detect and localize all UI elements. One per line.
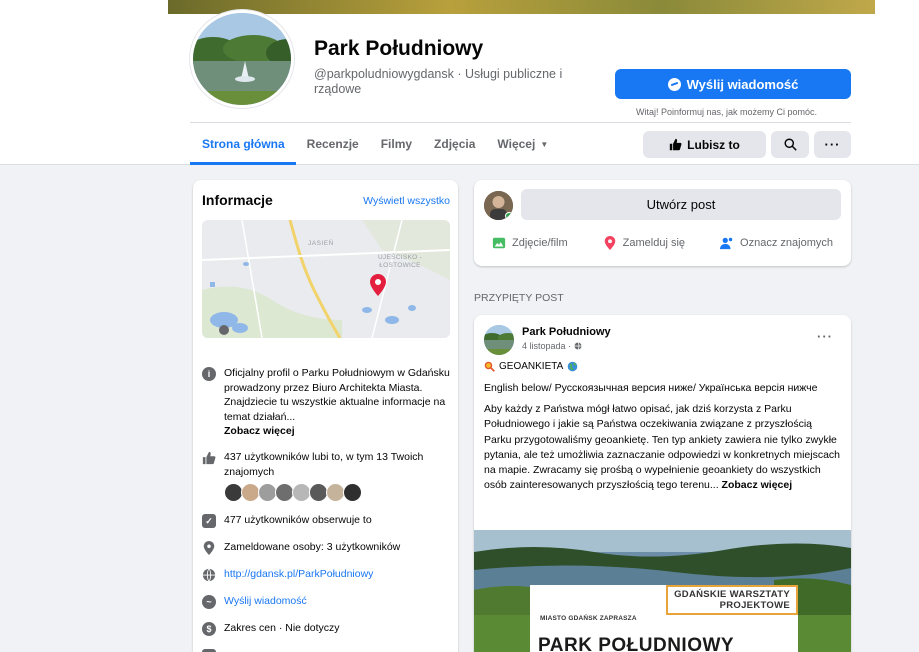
page-subtitle: @parkpoludniowygdansk · Usługi publiczne… — [314, 67, 563, 96]
tab-videos-label: Filmy — [380, 137, 413, 151]
poster-invite: MIASTO GDAŃSK ZAPRASZA — [540, 615, 637, 622]
message-hint: Witaj! Poinformuj nas, jak możemy Ci pom… — [636, 107, 818, 117]
map-pin-icon — [370, 274, 386, 296]
avatar — [343, 483, 362, 502]
messenger-icon: ~ — [202, 595, 216, 609]
more-options-button[interactable]: ··· — [814, 131, 851, 158]
photo-video-label: Zdjęcie/film — [512, 237, 568, 249]
messenger-icon — [667, 77, 681, 91]
followers-icon: ✓ — [202, 514, 216, 528]
send-message-button[interactable]: Wyślij wiadomość — [615, 69, 851, 99]
post-languages: English below/ Русскоязычная версия ниже… — [484, 382, 818, 394]
tab-photos[interactable]: Zdjęcia — [423, 123, 486, 165]
like-icon — [669, 138, 682, 151]
create-post-card: Utwórz post Zdjęcie/film Zamelduj się Oz… — [474, 180, 851, 266]
checkins-count: Zameldowane osoby: 3 użytkowników — [224, 541, 401, 553]
checkins-row: Zameldowane osoby: 3 użytkowników — [202, 540, 452, 555]
followers-row: ✓ 477 użytkowników obserwuje to — [202, 513, 452, 528]
caret-down-icon: ▼ — [540, 139, 549, 149]
message-row: ~ Wyślij wiadomość — [202, 594, 452, 609]
search-emoji-icon — [484, 361, 495, 372]
tag-people-icon — [720, 237, 733, 250]
post-options-icon[interactable]: ··· — [817, 329, 833, 344]
post-date[interactable]: 4 listopada · — [522, 341, 582, 351]
map-label-jasien: JASIEŃ — [308, 240, 334, 247]
tag-friends-button[interactable]: Oznacz znajomych — [712, 236, 841, 250]
tag-friends-label: Oznacz znajomych — [740, 237, 833, 249]
photo-video-button[interactable]: Zdjęcie/film — [484, 236, 576, 250]
tab-home-label: Strona główna — [202, 137, 285, 151]
post-author-avatar[interactable] — [484, 325, 514, 355]
globe-icon — [202, 568, 216, 582]
tab-more-label: Więcej — [497, 137, 536, 151]
tab-photos-label: Zdjęcia — [434, 137, 476, 151]
online-status-dot — [505, 212, 513, 220]
search-icon — [783, 138, 797, 151]
photo-icon — [492, 237, 506, 249]
post-see-more[interactable]: Zobacz więcej — [722, 479, 793, 491]
info-icon: i — [202, 367, 216, 381]
price-range: Zakres cen · Nie dotyczy — [224, 622, 340, 634]
tab-videos[interactable]: Filmy — [370, 123, 423, 165]
poster-title: PARK POŁUDNIOWY — [538, 635, 735, 652]
composer-actions: Zdjęcie/film Zamelduj się Oznacz znajomy… — [484, 229, 841, 257]
post-text: Aby każdy z Państwa mógł łatwo opisać, j… — [484, 402, 842, 493]
post-tag: GEOANKIETA — [484, 361, 578, 372]
page-description: Oficjalny profil o Parku Południowym w G… — [224, 367, 450, 423]
poster-corner-line1: GDAŃSKIE WARSZTATY — [674, 589, 790, 600]
page-tabs: Strona główna Recenzje Filmy Zdjęcia Wię… — [190, 123, 559, 165]
next-info-row — [202, 648, 452, 652]
check-in-label: Zamelduj się — [622, 237, 686, 249]
price-icon: $ — [202, 622, 216, 636]
poster-corner-label: GDAŃSKIE WARSZTATY PROJEKTOWE — [666, 585, 798, 615]
pinned-post-label: PRZYPIĘTY POST — [474, 292, 564, 304]
tab-reviews[interactable]: Recenzje — [296, 123, 370, 165]
info-title: Informacje — [202, 192, 273, 208]
likes-count: 437 użytkowników lubi to, w tym 13 Twoic… — [224, 451, 424, 478]
more-icon: ··· — [824, 137, 841, 152]
send-message-label: Wyślij wiadomość — [686, 76, 799, 92]
post-tag-label: GEOANKIETA — [499, 361, 564, 372]
send-message-link[interactable]: Wyślij wiadomość — [224, 594, 452, 609]
friend-avatars[interactable] — [224, 483, 452, 502]
profile-picture[interactable] — [190, 10, 294, 108]
tab-more[interactable]: Więcej ▼ — [486, 123, 559, 165]
info-card: Informacje Wyświetl wszystko JASIEŃ UJEŚ… — [193, 180, 458, 652]
likes-row: 437 użytkowników lubi to, w tym 13 Twoic… — [202, 450, 452, 502]
price-row: $ Zakres cen · Nie dotyczy — [202, 621, 452, 636]
search-page-button[interactable] — [771, 131, 809, 158]
see-all-link[interactable]: Wyświetl wszystko — [363, 195, 450, 207]
cover-photo[interactable] — [168, 0, 875, 14]
like-page-button[interactable]: Lubisz to — [643, 131, 766, 158]
post-date-text: 4 listopada · — [522, 341, 574, 351]
post-author-name[interactable]: Park Południowy — [522, 326, 611, 338]
description-row: i Oficjalny profil o Parku Południowym w… — [202, 366, 452, 439]
post-body: English below/ Русскоязычная версия ниже… — [484, 381, 842, 493]
like-icon — [202, 451, 216, 465]
website-link[interactable]: http://gdansk.pl/ParkPołudniowy — [224, 567, 452, 582]
user-avatar[interactable] — [484, 191, 513, 220]
location-map[interactable]: JASIEŃ UJEŚCISKO - ŁOSTOWICE — [202, 220, 450, 338]
description-see-more[interactable]: Zobacz więcej — [224, 424, 452, 439]
followers-count: 477 użytkowników obserwuje to — [224, 514, 372, 526]
like-button-label: Lubisz to — [687, 137, 740, 152]
website-row: http://gdansk.pl/ParkPołudniowy — [202, 567, 452, 582]
tab-home[interactable]: Strona główna — [190, 123, 296, 165]
location-icon — [203, 541, 215, 555]
post-image[interactable]: GDAŃSKIE WARSZTATY PROJEKTOWE MIASTO GDA… — [474, 530, 851, 652]
tab-reviews-label: Recenzje — [306, 137, 359, 151]
workshop-poster: GDAŃSKIE WARSZTATY PROJEKTOWE MIASTO GDA… — [530, 585, 798, 652]
map-label-ujescisko: UJEŚCISKO - ŁOSTOWICE — [377, 254, 423, 269]
check-in-button[interactable]: Zamelduj się — [595, 236, 693, 250]
pinned-post-card: Park Południowy 4 listopada · ··· GEOANK… — [474, 315, 851, 652]
create-post-input[interactable]: Utwórz post — [521, 189, 841, 220]
globe-emoji-icon — [567, 361, 578, 372]
poster-corner-line2: PROJEKTOWE — [719, 600, 790, 611]
map-pin-icon — [604, 236, 615, 250]
globe-audience-icon — [574, 342, 582, 350]
page-title: Park Południowy — [314, 37, 484, 60]
